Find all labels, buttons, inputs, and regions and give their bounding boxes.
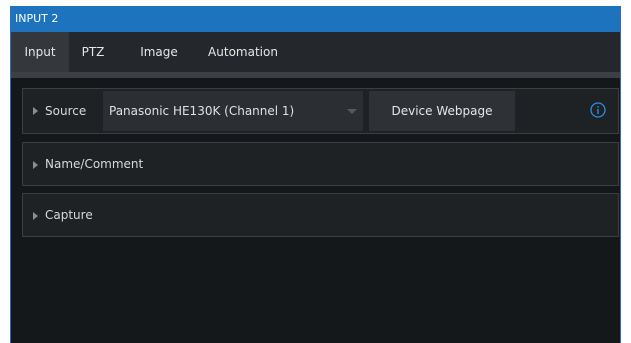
name-comment-label: Name/Comment <box>45 157 144 171</box>
source-label: Source <box>45 104 87 118</box>
tab-image[interactable]: Image <box>129 32 189 72</box>
window-title: INPUT 2 <box>11 6 620 32</box>
source-dropdown[interactable]: Panasonic HE130K (Channel 1) <box>103 91 363 131</box>
source-section: Source Panasonic HE130K (Channel 1) Devi… <box>22 88 619 134</box>
capture-label: Capture <box>45 208 93 222</box>
tab-input[interactable]: Input <box>11 32 69 72</box>
source-selected-device: Panasonic HE130K (Channel 1) <box>109 104 295 118</box>
input-panel: Source Panasonic HE130K (Channel 1) Devi… <box>11 78 620 343</box>
expand-arrow-icon[interactable] <box>33 212 38 220</box>
expand-arrow-icon[interactable] <box>33 161 38 169</box>
expand-arrow-icon[interactable] <box>33 107 38 115</box>
tab-bar: Input PTZ Image Automation <box>11 32 620 72</box>
device-webpage-button[interactable]: Device Webpage <box>369 91 515 131</box>
info-circle-icon[interactable] <box>590 102 606 118</box>
tab-automation[interactable]: Automation <box>201 32 285 72</box>
input-window: INPUT 2 Input PTZ Image Automation Sourc… <box>10 6 621 343</box>
capture-section[interactable]: Capture <box>22 193 619 237</box>
name-comment-section[interactable]: Name/Comment <box>22 142 619 186</box>
tab-ptz[interactable]: PTZ <box>73 32 113 72</box>
chevron-down-icon <box>347 109 357 114</box>
